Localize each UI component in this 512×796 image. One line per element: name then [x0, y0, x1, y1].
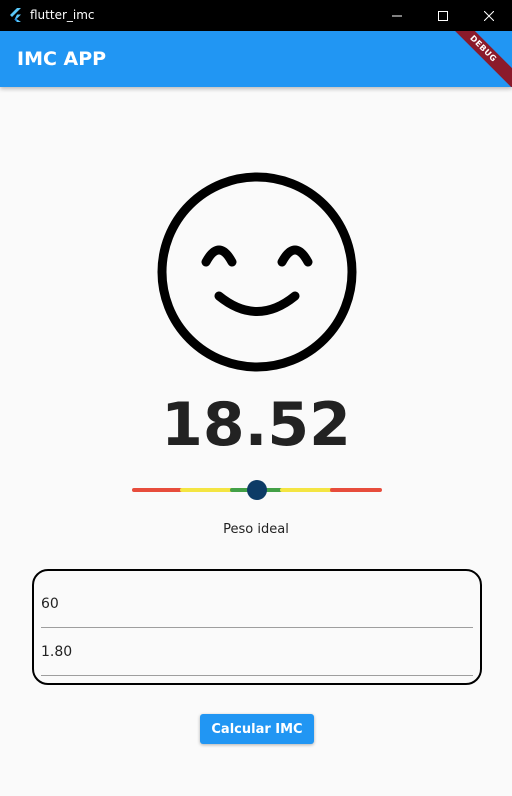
maximize-button[interactable] — [420, 0, 466, 31]
debug-banner: DEBUG — [439, 31, 512, 87]
smiling-face-icon — [157, 172, 357, 372]
height-field[interactable] — [41, 629, 473, 676]
minimize-icon — [392, 15, 402, 16]
close-button[interactable] — [466, 0, 512, 31]
maximize-icon — [438, 10, 448, 21]
imc-gauge — [132, 480, 382, 500]
calculate-imc-button[interactable]: Calcular IMC — [200, 714, 314, 744]
window-title: flutter_imc — [30, 8, 95, 22]
weight-field[interactable] — [41, 581, 473, 628]
window-titlebar: flutter_imc — [0, 0, 512, 31]
close-icon — [484, 10, 494, 21]
status-label: Peso ideal — [223, 522, 289, 537]
app-title: IMC APP — [17, 48, 107, 70]
imc-value: 18.52 — [161, 390, 351, 460]
flutter-logo-icon — [10, 8, 21, 22]
minimize-button[interactable] — [374, 0, 420, 31]
gauge-marker — [247, 480, 267, 500]
input-form — [32, 569, 482, 685]
app-bar: IMC APP DEBUG — [0, 31, 512, 87]
